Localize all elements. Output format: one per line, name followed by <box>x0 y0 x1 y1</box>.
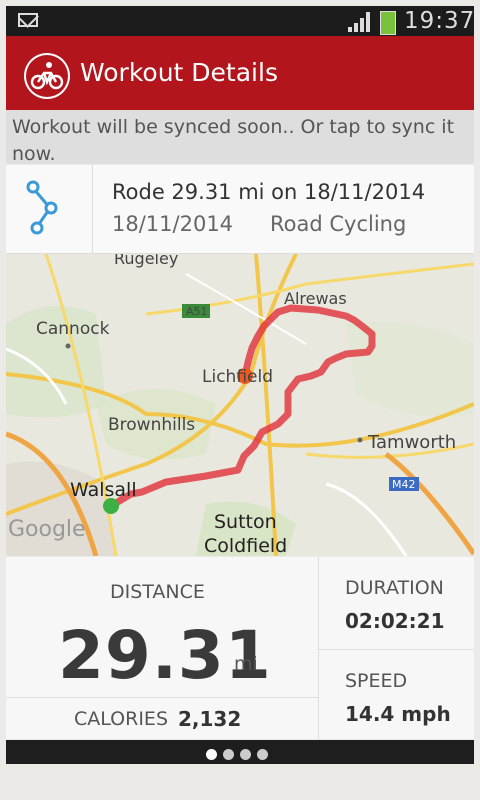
map-label-brownhills: Brownhills <box>108 415 195 435</box>
map-label-rugeley: Rugeley <box>114 254 178 268</box>
battery-icon <box>380 11 396 35</box>
workout-stats: DISTANCE 29.31 mi CALORIES 2,132 DURATIO… <box>6 557 474 739</box>
duration-value: 02:02:21 <box>345 609 445 633</box>
speed-value: 14.4 mph <box>345 702 451 726</box>
cycling-logo-icon[interactable] <box>24 53 70 99</box>
duration-label: DURATION <box>345 577 444 599</box>
mail-notification-icon <box>18 13 38 27</box>
duration-panel: DURATION 02:02:21 <box>319 557 474 647</box>
map-label-walsall: Walsall <box>70 479 137 501</box>
distance-panel: DISTANCE 29.31 mi CALORIES 2,132 <box>6 557 319 739</box>
share-route-button[interactable] <box>6 165 93 253</box>
map-label-sutton: Sutton <box>214 511 277 533</box>
map-label-lichfield: Lichfield <box>202 367 273 387</box>
calories-label: CALORIES <box>74 708 168 730</box>
page-indicator[interactable] <box>206 745 274 764</box>
distance-unit: mi <box>234 653 258 675</box>
pager-bar <box>6 740 474 764</box>
distance-label: DISTANCE <box>110 581 205 603</box>
workout-title: Rode 29.31 mi on 18/11/2014 <box>112 180 426 204</box>
header-title: Workout Details <box>80 58 278 87</box>
workout-activity: Road Cycling <box>270 212 407 236</box>
sync-message[interactable]: Workout will be synced soon.. Or tap to … <box>12 114 470 168</box>
workout-summary: Rode 29.31 mi on 18/11/2014 18/11/2014 R… <box>6 165 474 254</box>
speed-panel: SPEED 14.4 mph <box>319 649 474 740</box>
map-label-a51: A51 <box>186 305 208 318</box>
page-dot[interactable] <box>240 749 251 760</box>
map-label-m42: M42 <box>392 478 416 491</box>
map-google-logo: Google <box>8 517 86 542</box>
page-dot[interactable] <box>206 749 217 760</box>
route-map[interactable]: A51 M42 Rugeley Alrewas Cannock Lichfiel… <box>6 254 474 556</box>
map-label-alrewas: Alrewas <box>284 289 347 308</box>
sync-banner[interactable]: Workout will be synced soon.. Or tap to … <box>6 110 474 165</box>
map-label-tamworth: Tamworth <box>367 432 456 453</box>
status-bar: 19:37 <box>6 6 474 36</box>
page-dot[interactable] <box>257 749 268 760</box>
signal-icon <box>348 12 372 32</box>
route-share-icon <box>26 180 58 235</box>
page-dot[interactable] <box>223 749 234 760</box>
app-header: Workout Details <box>6 36 474 110</box>
map-label-cannock: Cannock <box>36 319 110 339</box>
status-time: 19:37 <box>404 8 476 34</box>
workout-date: 18/11/2014 <box>112 212 234 236</box>
map-label-coldfield: Coldfield <box>204 535 287 556</box>
calories-row: CALORIES 2,132 <box>6 697 318 740</box>
app-frame: 19:37 Workout Details Workout will be sy… <box>0 0 480 800</box>
speed-label: SPEED <box>345 670 408 692</box>
calories-value: 2,132 <box>178 707 242 731</box>
